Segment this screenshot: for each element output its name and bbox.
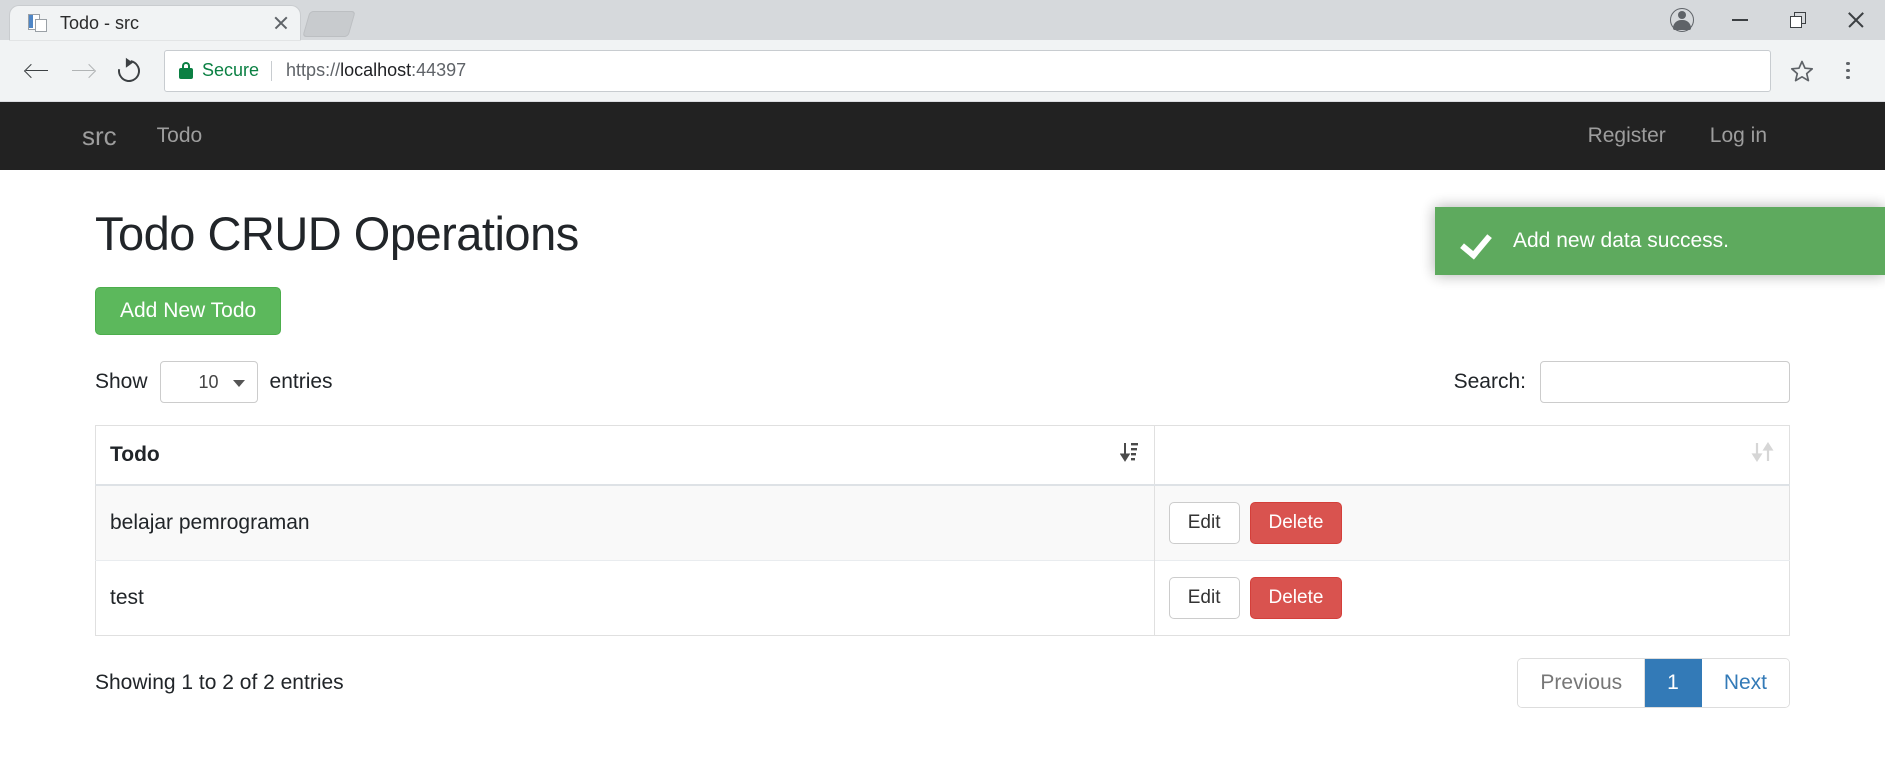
search-input[interactable] <box>1540 361 1790 403</box>
back-button[interactable] <box>14 48 60 94</box>
search-label: Search: <box>1453 370 1526 393</box>
security-label: Secure <box>202 60 260 80</box>
row-action-group: Edit Delete <box>1168 502 1775 544</box>
window-controls <box>1653 0 1885 40</box>
tab-close-icon[interactable] <box>270 12 292 34</box>
cell-todo: test <box>95 560 1155 636</box>
entries-per-page-value: 10 <box>198 371 219 392</box>
length-control: Show 10 entries <box>95 361 333 403</box>
forward-arrow-icon <box>70 58 97 84</box>
pagination-next[interactable]: Next <box>1701 659 1789 707</box>
browser-toolbar: Secure https://localhost:44397 <box>0 40 1885 102</box>
three-dot-menu-icon <box>1836 59 1860 83</box>
table-head: Todo <box>95 425 1790 486</box>
pagination-previous[interactable]: Previous <box>1518 659 1646 707</box>
pagination: Previous 1 Next <box>1517 658 1790 708</box>
sort-desc-icon <box>1119 441 1140 469</box>
browser-window: Todo - src Secure https://localhost:4439… <box>0 0 1885 769</box>
page-container: Todo CRUD Operations Add New Todo Show 1… <box>0 206 1885 769</box>
length-prefix-label: Show <box>95 370 148 393</box>
close-window-button[interactable] <box>1827 0 1885 40</box>
datatable-footer: Showing 1 to 2 of 2 entries Previous 1 N… <box>95 658 1790 708</box>
bookmark-button[interactable] <box>1779 48 1825 94</box>
delete-button[interactable]: Delete <box>1249 577 1343 619</box>
table-row: belajar pemrograman Edit Delete <box>95 484 1790 561</box>
site-navbar: src Todo Register Log in <box>0 102 1885 170</box>
reload-icon <box>113 55 145 86</box>
star-icon <box>1790 59 1814 83</box>
datatable-controls: Show 10 entries Search: <box>95 361 1790 403</box>
browser-menu-button[interactable] <box>1825 48 1871 94</box>
back-arrow-icon <box>23 58 50 84</box>
reload-button[interactable] <box>106 48 152 94</box>
add-new-todo-button[interactable]: Add New Todo <box>95 287 282 335</box>
url-host: localhost <box>340 60 412 80</box>
table-row: test Edit Delete <box>95 560 1790 636</box>
forward-button[interactable] <box>60 48 106 94</box>
length-suffix-label: entries <box>269 370 333 393</box>
url-port: :44397 <box>411 60 467 80</box>
todo-table: Todo belajar pemrograman Edit Delete tes… <box>95 425 1790 636</box>
nav-link-todo[interactable]: Todo <box>157 124 203 148</box>
pagination-page-1[interactable]: 1 <box>1645 659 1702 707</box>
nav-link-login[interactable]: Log in <box>1710 124 1767 148</box>
profile-button[interactable] <box>1653 0 1711 40</box>
tab-title: Todo - src <box>60 12 140 33</box>
chevron-down-icon <box>232 380 245 387</box>
minimize-icon <box>1732 19 1748 21</box>
entries-per-page-select[interactable]: 10 <box>159 361 258 403</box>
restore-icon <box>1790 12 1806 28</box>
user-avatar-icon <box>1670 8 1694 32</box>
column-header-actions[interactable] <box>1154 425 1790 486</box>
cell-actions: Edit Delete <box>1154 484 1790 561</box>
column-header-todo-label: Todo <box>110 443 160 466</box>
cell-todo: belajar pemrograman <box>95 484 1155 561</box>
new-tab-button[interactable] <box>302 11 356 37</box>
edit-button[interactable]: Edit <box>1168 502 1240 544</box>
url-text: https://localhost:44397 <box>286 60 466 81</box>
table-header-row: Todo <box>95 425 1790 486</box>
navbar-right-links: Register Log in <box>1544 124 1767 148</box>
minimize-button[interactable] <box>1711 0 1769 40</box>
url-scheme: https:// <box>286 60 341 80</box>
nav-link-register[interactable]: Register <box>1588 124 1666 148</box>
lock-icon <box>179 62 193 79</box>
filter-control: Search: <box>1454 361 1790 403</box>
sort-none-icon <box>1751 441 1775 469</box>
toast-message: Add new data success. <box>1513 229 1729 252</box>
success-toast[interactable]: Add new data success. <box>1435 207 1885 275</box>
navbar-brand[interactable]: src <box>82 121 117 152</box>
maximize-button[interactable] <box>1769 0 1827 40</box>
address-bar[interactable]: Secure https://localhost:44397 <box>164 49 1771 92</box>
omnibox-divider <box>271 60 273 81</box>
browser-tab[interactable]: Todo - src <box>10 6 300 40</box>
check-icon <box>1461 224 1495 258</box>
delete-button[interactable]: Delete <box>1249 502 1343 544</box>
column-header-todo[interactable]: Todo <box>95 425 1155 486</box>
cell-actions: Edit Delete <box>1154 560 1790 636</box>
table-body: belajar pemrograman Edit Delete test Edi… <box>95 484 1790 636</box>
edit-button[interactable]: Edit <box>1168 577 1240 619</box>
web-page: src Todo Register Log in Add new data su… <box>0 102 1885 769</box>
row-action-group: Edit Delete <box>1168 577 1775 619</box>
tab-strip: Todo - src <box>0 0 1885 40</box>
document-icon <box>28 13 48 33</box>
close-icon <box>1847 11 1865 29</box>
table-info: Showing 1 to 2 of 2 entries <box>95 671 344 694</box>
